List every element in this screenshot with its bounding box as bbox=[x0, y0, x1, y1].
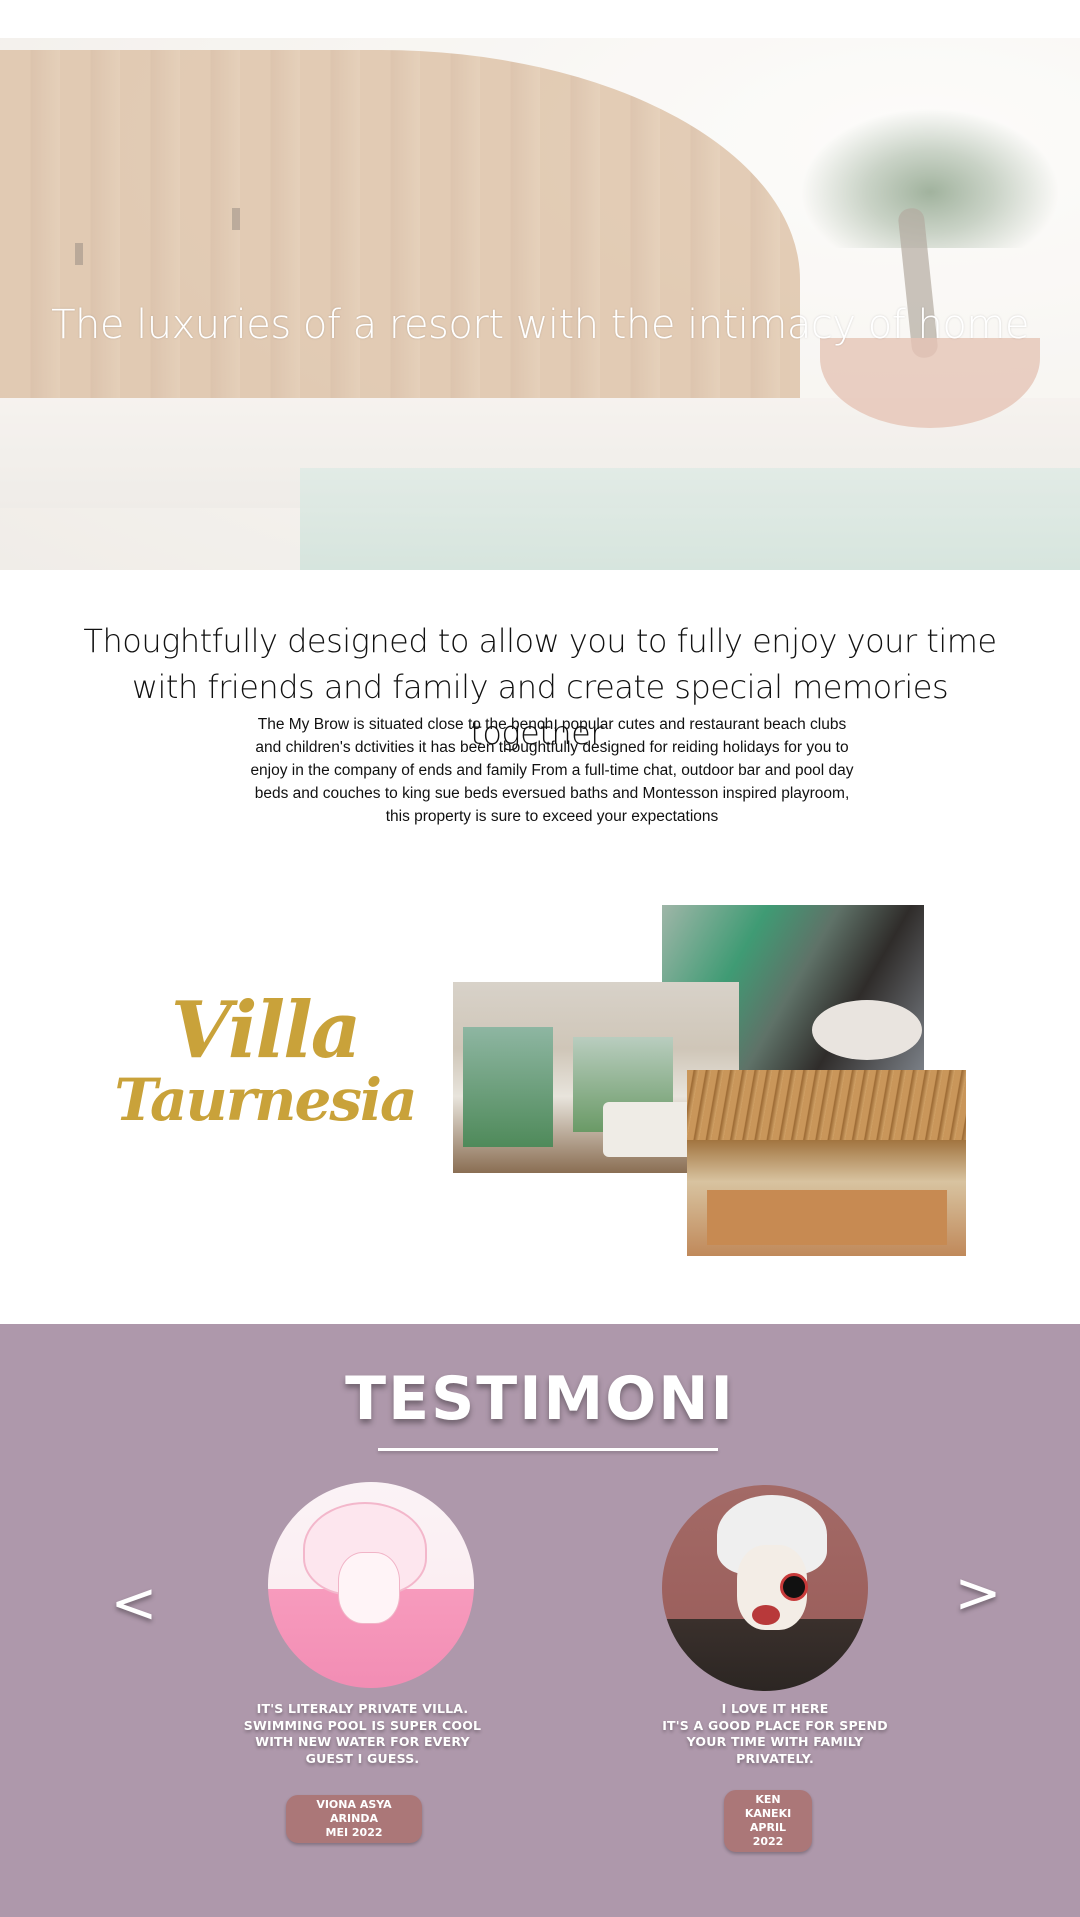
testimonial-title: TESTIMONI bbox=[345, 1364, 735, 1434]
hero-title: The luxuries of a resort with the intima… bbox=[51, 302, 1029, 348]
bathtub-shape bbox=[812, 1000, 922, 1060]
quote-line: SWIMMING POOL IS SUPER COOL bbox=[243, 1717, 482, 1733]
carousel-prev-button[interactable]: < bbox=[104, 1569, 164, 1639]
carousel-next-button[interactable]: > bbox=[948, 1559, 1008, 1629]
testimonial-author-badge: KEN KANEKI APRIL 2022 bbox=[724, 1790, 812, 1852]
author-date: APRIL 2022 bbox=[749, 1821, 787, 1848]
author-name: VIONA ASYA ARINDA bbox=[316, 1798, 392, 1825]
title-underline bbox=[378, 1448, 718, 1451]
lounge-photo bbox=[687, 1070, 966, 1256]
testimonial-avatar bbox=[662, 1485, 868, 1691]
quote-line: I LOVE IT HERE bbox=[721, 1701, 829, 1716]
page: The luxuries of a resort with the intima… bbox=[0, 0, 1080, 1917]
quote-line: PRIVATELY. bbox=[736, 1750, 814, 1766]
intro-body: The My Brow is situated close to the ben… bbox=[250, 716, 854, 825]
quote-line: YOUR TIME WITH FAMILY bbox=[686, 1734, 864, 1749]
villa-logo-line: Taurnesia bbox=[114, 1066, 417, 1134]
avatar-eye-shape bbox=[780, 1573, 808, 1601]
intro-heading-line: Thoughtfully designed to allow you to fu… bbox=[83, 622, 997, 660]
quote-line: WITH NEW WATER FOR EVERY bbox=[255, 1734, 470, 1749]
testimonial-author-badge: VIONA ASYA ARINDA MEI 2022 bbox=[286, 1795, 422, 1843]
avatar-face-shape bbox=[338, 1552, 400, 1624]
avatar-mark-shape bbox=[752, 1605, 780, 1625]
villa-logo-line: Villa bbox=[170, 985, 362, 1076]
testimonial-quote: I LOVE IT HERE IT'S A GOOD PLACE FOR SPE… bbox=[655, 1701, 895, 1767]
hero-banner: The luxuries of a resort with the intima… bbox=[0, 38, 1080, 570]
quote-line: IT'S LITERALY PRIVATE VILLA. bbox=[256, 1701, 469, 1716]
lounge-floor-shape bbox=[707, 1190, 947, 1245]
chevron-left-icon: < bbox=[110, 1571, 158, 1636]
villa-logo: Villa Taurnesia bbox=[90, 985, 440, 1134]
author-date: MEI 2022 bbox=[325, 1826, 383, 1839]
chevron-right-icon: > bbox=[954, 1561, 1002, 1626]
thatched-roof-shape bbox=[687, 1070, 966, 1140]
quote-line: GUEST I GUESS. bbox=[305, 1750, 420, 1766]
testimonial-section: TESTIMONI < > IT'S LITERALY PRIVATE VILL… bbox=[0, 1324, 1080, 1917]
window-shape bbox=[463, 1027, 553, 1147]
quote-line: IT'S A GOOD PLACE FOR SPEND bbox=[662, 1717, 888, 1733]
author-name: KEN KANEKI bbox=[744, 1793, 792, 1820]
testimonial-avatar bbox=[268, 1482, 474, 1688]
testimonial-quote: IT'S LITERALY PRIVATE VILLA. SWIMMING PO… bbox=[240, 1701, 485, 1767]
